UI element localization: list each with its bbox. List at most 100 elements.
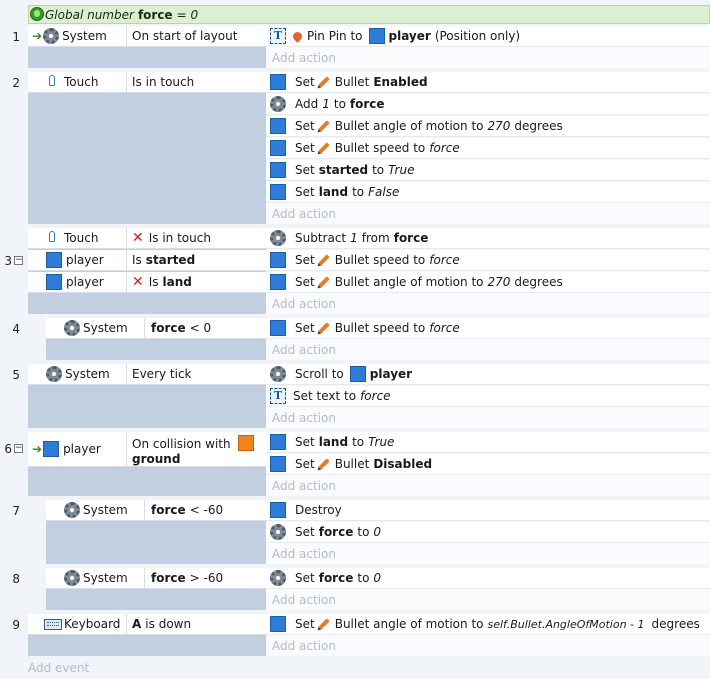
- condition-row[interactable]: player Is started: [28, 250, 266, 271]
- bullet-behavior-icon: [318, 458, 330, 470]
- condition-row[interactable]: System force < 0: [46, 318, 266, 339]
- action-value: force: [429, 141, 460, 155]
- action-row[interactable]: Set force to 0: [266, 522, 710, 543]
- global-variable-row[interactable]: Global number force = 0: [28, 5, 710, 24]
- collapse-toggle[interactable]: −: [14, 444, 23, 453]
- condition-row[interactable]: ➔ System On start of layout: [28, 26, 266, 47]
- action-row[interactable]: Set Bullet angle of motion to 270 degree…: [266, 116, 710, 137]
- action-text: Set: [295, 185, 315, 199]
- condition-row[interactable]: System force > -60: [46, 568, 266, 589]
- action-text: Set: [295, 617, 315, 631]
- condition-object: System: [62, 29, 107, 43]
- action-row[interactable]: Set started to True: [266, 160, 710, 181]
- system-gear-icon: [270, 570, 286, 586]
- system-gear-icon: [270, 524, 286, 540]
- condition-row[interactable]: ➔ player On collision with ground: [28, 432, 266, 467]
- action-value: 0: [373, 525, 382, 539]
- condition-object: Touch: [64, 231, 99, 245]
- add-action-link[interactable]: Add action: [266, 589, 710, 610]
- add-action-link[interactable]: Add action: [266, 543, 710, 564]
- condition-object: System: [83, 503, 128, 517]
- action-text: Bullet: [334, 75, 370, 89]
- condition-text: Is: [148, 275, 159, 289]
- condition-row[interactable]: Keyboard A is down: [28, 614, 266, 635]
- condition-variable: started: [145, 253, 196, 267]
- action-row[interactable]: Add 1 to force: [266, 94, 710, 115]
- add-action-link[interactable]: Add action: [266, 47, 710, 68]
- action-text: to: [372, 163, 385, 177]
- player-icon: [270, 434, 286, 450]
- action-value: 270: [487, 275, 511, 289]
- action-text: Destroy: [295, 503, 342, 517]
- action-text: Set: [295, 525, 315, 539]
- action-variable: land: [318, 435, 349, 449]
- player-icon: [270, 616, 286, 632]
- action-value: force: [429, 253, 460, 267]
- action-row[interactable]: Set Bullet Disabled: [266, 454, 710, 475]
- player-icon: [270, 502, 286, 518]
- add-event-link[interactable]: Add event: [28, 661, 89, 675]
- globe-icon: [30, 7, 44, 21]
- collapse-toggle[interactable]: −: [14, 256, 23, 265]
- condition-text: Is in touch: [132, 75, 195, 89]
- action-row[interactable]: Destroy: [266, 500, 710, 521]
- add-action-link[interactable]: Add action: [266, 475, 710, 496]
- condition-text: On start of layout: [132, 29, 238, 43]
- action-row[interactable]: Set Bullet angle of motion to 270 degree…: [266, 272, 710, 293]
- player-icon: [270, 74, 286, 90]
- condition-text: > -60: [189, 571, 224, 585]
- event-number: 4: [12, 322, 20, 336]
- action-text: to: [352, 185, 365, 199]
- action-row[interactable]: T Pin Pin to player (Position only): [266, 26, 710, 47]
- event-number: 8: [12, 572, 20, 586]
- touch-icon: [46, 74, 60, 90]
- system-gear-icon: [270, 96, 286, 112]
- action-text: from: [361, 231, 390, 245]
- condition-object: Touch: [64, 75, 99, 89]
- action-text: Bullet angle of motion to: [334, 119, 484, 133]
- player-icon: [43, 441, 60, 457]
- system-gear-icon: [270, 230, 286, 246]
- condition-object: player: [66, 275, 104, 289]
- condition-row[interactable]: Touch ✕ Is in touch: [28, 228, 266, 249]
- action-text: Bullet speed to: [334, 321, 426, 335]
- event-number: 7: [12, 504, 20, 518]
- condition-text: Is in touch: [148, 231, 211, 245]
- player-icon: [46, 252, 62, 268]
- touch-icon: [46, 230, 60, 246]
- action-row[interactable]: Set Bullet speed to force: [266, 138, 710, 159]
- action-row[interactable]: Set Bullet speed to force: [266, 250, 710, 271]
- add-action-link[interactable]: Add action: [266, 339, 710, 360]
- condition-key: A: [132, 617, 142, 631]
- action-row[interactable]: Set land to False: [266, 182, 710, 203]
- invert-x-icon: ✕: [132, 274, 144, 290]
- condition-variable: force: [151, 321, 186, 335]
- player-icon: [270, 274, 286, 290]
- global-var-value: = 0: [176, 7, 199, 22]
- action-row[interactable]: Set land to True: [266, 432, 710, 453]
- system-gear-icon: [64, 320, 80, 336]
- add-action-link[interactable]: Add action: [266, 293, 710, 314]
- condition-row[interactable]: Touch Is in touch: [28, 72, 266, 93]
- action-row[interactable]: Set force to 0: [266, 568, 710, 589]
- action-row[interactable]: Set Bullet angle of motion to self.Bulle…: [266, 614, 710, 635]
- action-text: Set: [295, 141, 315, 155]
- action-variable: force: [318, 571, 354, 585]
- add-action-link[interactable]: Add action: [266, 203, 710, 224]
- action-row[interactable]: T Set text to force: [266, 386, 710, 407]
- action-row[interactable]: Set Bullet speed to force: [266, 318, 710, 339]
- add-action-link[interactable]: Add action: [266, 407, 710, 428]
- action-row[interactable]: Set Bullet Enabled: [266, 72, 710, 93]
- action-row[interactable]: Scroll to player: [266, 364, 710, 385]
- action-value: True: [368, 435, 395, 449]
- condition-area: [28, 72, 266, 224]
- action-row[interactable]: Subtract 1 from force: [266, 228, 710, 249]
- condition-text: < 0: [189, 321, 212, 335]
- condition-row[interactable]: player ✕ Is land: [28, 272, 266, 293]
- action-value: 0: [373, 571, 382, 585]
- condition-row[interactable]: System Every tick: [28, 364, 266, 385]
- bullet-behavior-icon: [318, 142, 330, 154]
- add-action-link[interactable]: Add action: [266, 635, 710, 656]
- keyboard-icon: [44, 618, 62, 630]
- condition-row[interactable]: System force < -60: [46, 500, 266, 521]
